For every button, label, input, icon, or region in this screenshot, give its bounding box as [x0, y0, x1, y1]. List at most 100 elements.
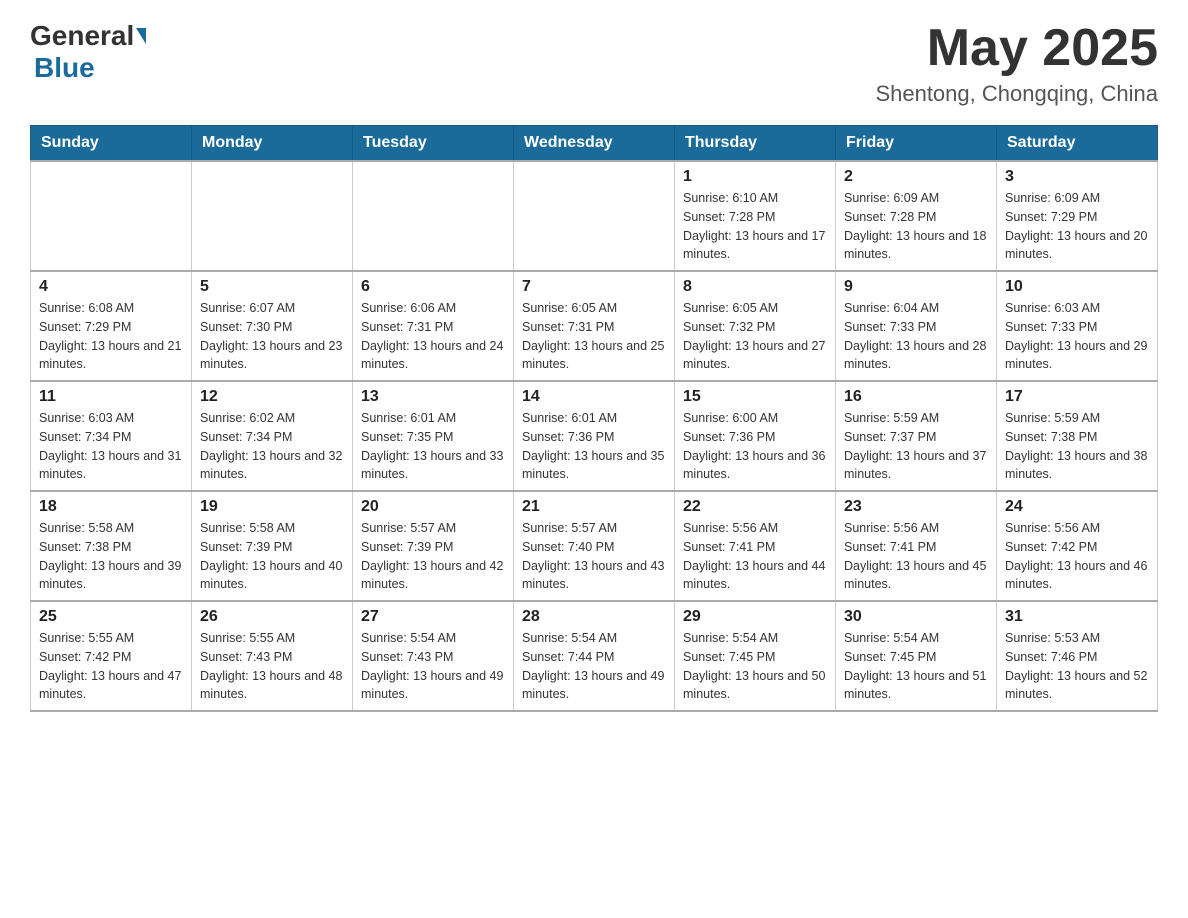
- calendar-cell: 27 Sunrise: 5:54 AMSunset: 7:43 PMDayligh…: [353, 601, 514, 711]
- day-info: Sunrise: 6:01 AMSunset: 7:35 PMDaylight:…: [361, 409, 505, 484]
- day-number: 25: [39, 608, 183, 626]
- day-info: Sunrise: 5:58 AMSunset: 7:39 PMDaylight:…: [200, 519, 344, 594]
- day-info: Sunrise: 5:55 AMSunset: 7:42 PMDaylight:…: [39, 629, 183, 704]
- calendar-week-row: 18Sunrise: 5:58 AMSunset: 7:38 PMDayligh…: [31, 491, 1158, 601]
- column-header-tuesday: Tuesday: [353, 126, 514, 162]
- day-info: Sunrise: 5:56 AMSunset: 7:42 PMDaylight:…: [1005, 519, 1149, 594]
- day-number: 1: [683, 168, 827, 186]
- logo-general-text: General: [30, 20, 134, 52]
- day-number: 9: [844, 278, 988, 296]
- calendar-cell: 21Sunrise: 5:57 AMSunset: 7:40 PMDayligh…: [514, 491, 675, 601]
- day-number: 29: [683, 608, 827, 626]
- day-number: 11: [39, 388, 183, 406]
- calendar-week-row: 4Sunrise: 6:08 AMSunset: 7:29 PMDaylight…: [31, 271, 1158, 381]
- day-number: 6: [361, 278, 505, 296]
- day-number: 13: [361, 388, 505, 406]
- calendar-cell: 17 Sunrise: 5:59 AMSunset: 7:38 PMDayligh…: [997, 381, 1158, 491]
- calendar-cell: 29 Sunrise: 5:54 AMSunset: 7:45 PMDayligh…: [675, 601, 836, 711]
- day-number: 14: [522, 388, 666, 406]
- calendar-table: SundayMondayTuesdayWednesdayThursdayFrid…: [30, 125, 1158, 712]
- column-header-thursday: Thursday: [675, 126, 836, 162]
- day-info: Sunrise: 6:07 AMSunset: 7:30 PMDaylight:…: [200, 299, 344, 374]
- calendar-cell: 14 Sunrise: 6:01 AMSunset: 7:36 PMDayligh…: [514, 381, 675, 491]
- calendar-cell: 4Sunrise: 6:08 AMSunset: 7:29 PMDaylight…: [31, 271, 192, 381]
- calendar-cell: 9Sunrise: 6:04 AMSunset: 7:33 PMDaylight…: [836, 271, 997, 381]
- calendar-cell: [192, 161, 353, 271]
- page-header: General Blue May 2025 Shentong, Chongqin…: [30, 20, 1158, 107]
- day-info: Sunrise: 6:03 AMSunset: 7:33 PMDaylight:…: [1005, 299, 1149, 374]
- day-info: Sunrise: 6:09 AMSunset: 7:28 PMDaylight:…: [844, 189, 988, 264]
- day-info: Sunrise: 6:06 AMSunset: 7:31 PMDaylight:…: [361, 299, 505, 374]
- day-info: Sunrise: 6:08 AMSunset: 7:29 PMDaylight:…: [39, 299, 183, 374]
- calendar-cell: 11 Sunrise: 6:03 AMSunset: 7:34 PMDayligh…: [31, 381, 192, 491]
- location-text: Shentong, Chongqing, China: [875, 81, 1158, 107]
- day-info: Sunrise: 6:05 AMSunset: 7:31 PMDaylight:…: [522, 299, 666, 374]
- month-title: May 2025: [875, 20, 1158, 77]
- day-number: 10: [1005, 278, 1149, 296]
- calendar-cell: [31, 161, 192, 271]
- calendar-cell: 20 Sunrise: 5:57 AMSunset: 7:39 PMDayligh…: [353, 491, 514, 601]
- day-info: Sunrise: 6:05 AMSunset: 7:32 PMDaylight:…: [683, 299, 827, 374]
- logo: General Blue: [30, 20, 148, 84]
- calendar-cell: 16Sunrise: 5:59 AMSunset: 7:37 PMDayligh…: [836, 381, 997, 491]
- calendar-week-row: 25 Sunrise: 5:55 AMSunset: 7:42 PMDayligh…: [31, 601, 1158, 711]
- day-number: 31: [1005, 608, 1149, 626]
- day-info: Sunrise: 5:56 AMSunset: 7:41 PMDaylight:…: [844, 519, 988, 594]
- day-number: 17: [1005, 388, 1149, 406]
- column-header-sunday: Sunday: [31, 126, 192, 162]
- calendar-cell: 5 Sunrise: 6:07 AMSunset: 7:30 PMDaylight…: [192, 271, 353, 381]
- calendar-cell: 24 Sunrise: 5:56 AMSunset: 7:42 PMDayligh…: [997, 491, 1158, 601]
- day-info: Sunrise: 5:54 AMSunset: 7:45 PMDaylight:…: [844, 629, 988, 704]
- day-number: 22: [683, 498, 827, 516]
- day-info: Sunrise: 5:59 AMSunset: 7:38 PMDaylight:…: [1005, 409, 1149, 484]
- day-info: Sunrise: 5:56 AMSunset: 7:41 PMDaylight:…: [683, 519, 827, 594]
- day-info: Sunrise: 5:55 AMSunset: 7:43 PMDaylight:…: [200, 629, 344, 704]
- calendar-cell: 22 Sunrise: 5:56 AMSunset: 7:41 PMDayligh…: [675, 491, 836, 601]
- calendar-cell: 19 Sunrise: 5:58 AMSunset: 7:39 PMDayligh…: [192, 491, 353, 601]
- day-number: 3: [1005, 168, 1149, 186]
- calendar-cell: [353, 161, 514, 271]
- calendar-week-row: 11 Sunrise: 6:03 AMSunset: 7:34 PMDayligh…: [31, 381, 1158, 491]
- calendar-cell: 25 Sunrise: 5:55 AMSunset: 7:42 PMDayligh…: [31, 601, 192, 711]
- day-number: 30: [844, 608, 988, 626]
- calendar-cell: [514, 161, 675, 271]
- day-info: Sunrise: 6:00 AMSunset: 7:36 PMDaylight:…: [683, 409, 827, 484]
- day-info: Sunrise: 5:57 AMSunset: 7:40 PMDaylight:…: [522, 519, 666, 594]
- calendar-week-row: 1 Sunrise: 6:10 AMSunset: 7:28 PMDaylight…: [31, 161, 1158, 271]
- calendar-cell: 15 Sunrise: 6:00 AMSunset: 7:36 PMDayligh…: [675, 381, 836, 491]
- title-section: May 2025 Shentong, Chongqing, China: [875, 20, 1158, 107]
- day-number: 2: [844, 168, 988, 186]
- logo-blue-text: Blue: [34, 52, 95, 83]
- calendar-cell: 3 Sunrise: 6:09 AMSunset: 7:29 PMDaylight…: [997, 161, 1158, 271]
- day-number: 19: [200, 498, 344, 516]
- day-number: 12: [200, 388, 344, 406]
- day-number: 7: [522, 278, 666, 296]
- calendar-cell: 8Sunrise: 6:05 AMSunset: 7:32 PMDaylight…: [675, 271, 836, 381]
- column-header-friday: Friday: [836, 126, 997, 162]
- calendar-cell: 18Sunrise: 5:58 AMSunset: 7:38 PMDayligh…: [31, 491, 192, 601]
- day-info: Sunrise: 5:54 AMSunset: 7:44 PMDaylight:…: [522, 629, 666, 704]
- day-number: 20: [361, 498, 505, 516]
- day-number: 27: [361, 608, 505, 626]
- day-info: Sunrise: 6:01 AMSunset: 7:36 PMDaylight:…: [522, 409, 666, 484]
- day-info: Sunrise: 6:10 AMSunset: 7:28 PMDaylight:…: [683, 189, 827, 264]
- day-number: 28: [522, 608, 666, 626]
- day-info: Sunrise: 6:03 AMSunset: 7:34 PMDaylight:…: [39, 409, 183, 484]
- calendar-cell: 31 Sunrise: 5:53 AMSunset: 7:46 PMDayligh…: [997, 601, 1158, 711]
- day-number: 24: [1005, 498, 1149, 516]
- calendar-cell: 2 Sunrise: 6:09 AMSunset: 7:28 PMDaylight…: [836, 161, 997, 271]
- day-info: Sunrise: 5:57 AMSunset: 7:39 PMDaylight:…: [361, 519, 505, 594]
- day-info: Sunrise: 5:53 AMSunset: 7:46 PMDaylight:…: [1005, 629, 1149, 704]
- calendar-cell: 23Sunrise: 5:56 AMSunset: 7:41 PMDayligh…: [836, 491, 997, 601]
- day-info: Sunrise: 5:54 AMSunset: 7:45 PMDaylight:…: [683, 629, 827, 704]
- day-info: Sunrise: 5:58 AMSunset: 7:38 PMDaylight:…: [39, 519, 183, 594]
- calendar-cell: 12Sunrise: 6:02 AMSunset: 7:34 PMDayligh…: [192, 381, 353, 491]
- day-info: Sunrise: 6:09 AMSunset: 7:29 PMDaylight:…: [1005, 189, 1149, 264]
- calendar-header-row: SundayMondayTuesdayWednesdayThursdayFrid…: [31, 126, 1158, 162]
- logo-triangle-icon: [136, 28, 146, 44]
- day-number: 15: [683, 388, 827, 406]
- day-info: Sunrise: 5:54 AMSunset: 7:43 PMDaylight:…: [361, 629, 505, 704]
- calendar-cell: 10 Sunrise: 6:03 AMSunset: 7:33 PMDayligh…: [997, 271, 1158, 381]
- calendar-cell: 6 Sunrise: 6:06 AMSunset: 7:31 PMDaylight…: [353, 271, 514, 381]
- day-number: 5: [200, 278, 344, 296]
